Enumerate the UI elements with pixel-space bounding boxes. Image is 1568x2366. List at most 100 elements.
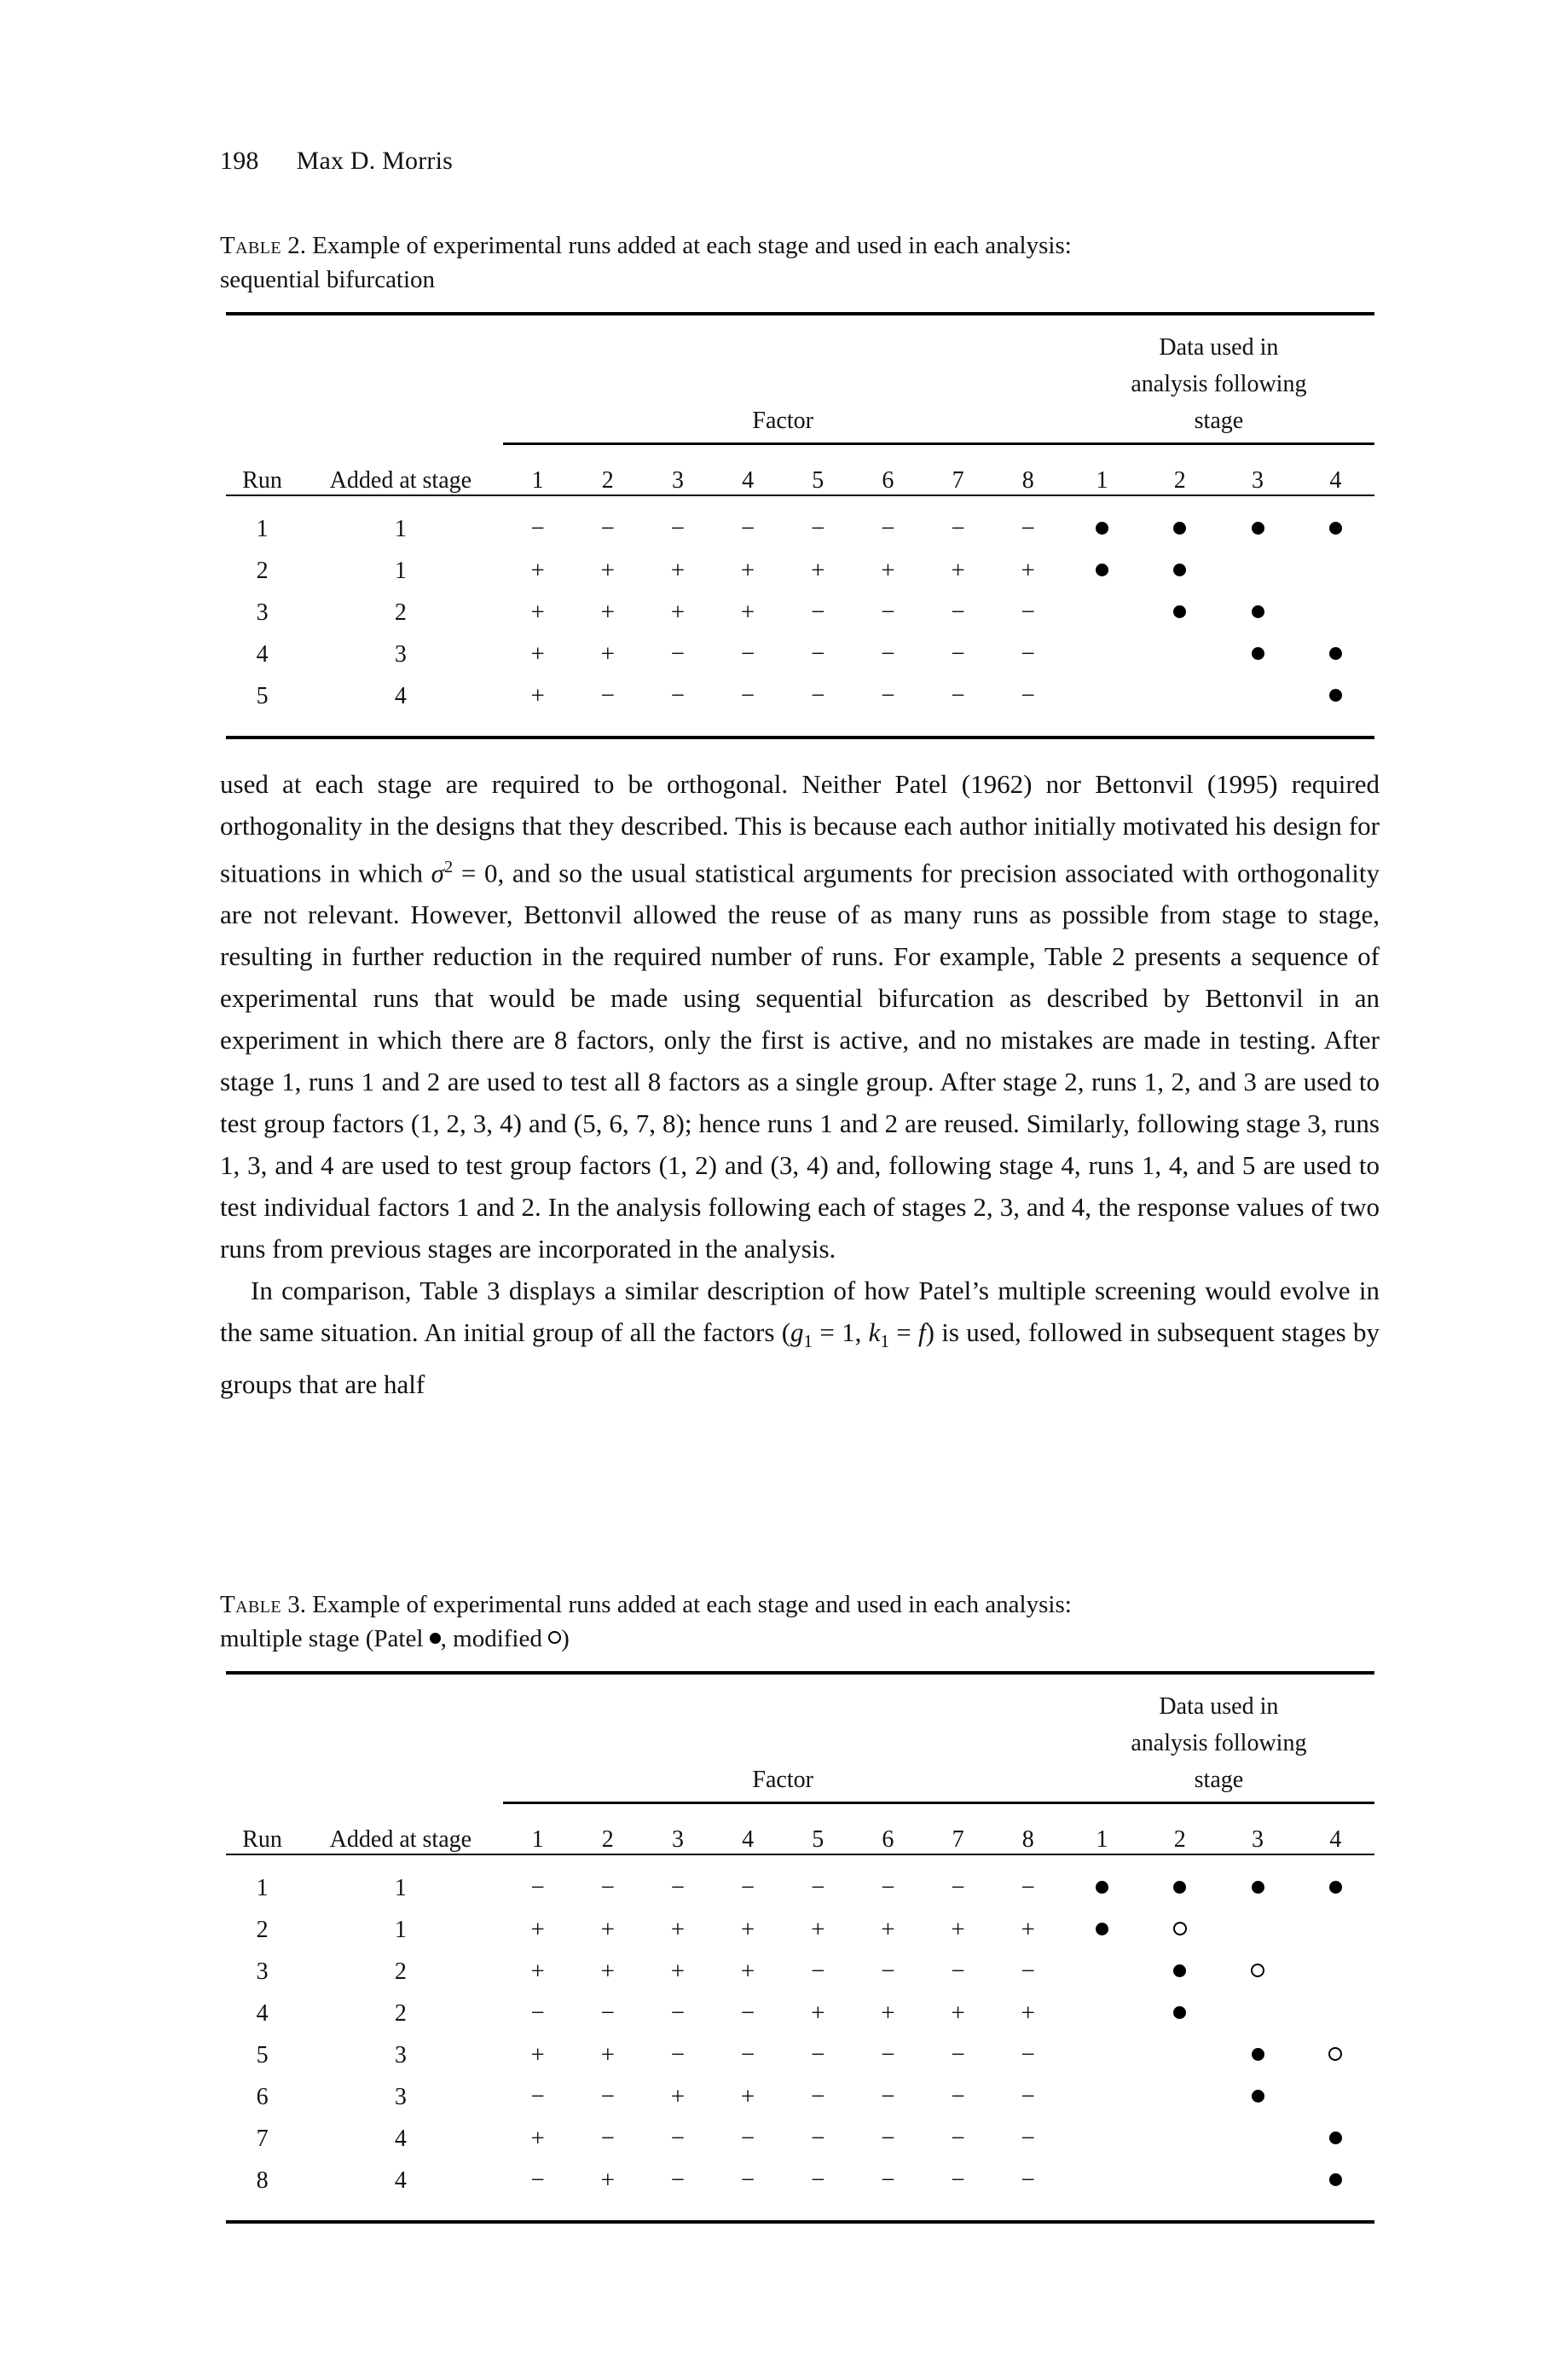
cell-run: 2 <box>256 557 269 584</box>
minus-sign-icon: − <box>670 682 686 709</box>
plus-sign-icon: + <box>600 1916 615 1943</box>
cell-factor-4: + <box>713 1909 783 1951</box>
plus-sign-icon: + <box>600 2166 615 2194</box>
cell-factor-8: + <box>993 1909 1063 1951</box>
cell-stage-3 <box>1218 592 1296 633</box>
table2-col-factor-6: 6 <box>882 467 894 494</box>
cell-factor-7: − <box>923 2076 993 2118</box>
cell-factor-3: − <box>643 1993 713 2034</box>
table3-col-added-at-stage: Added at stage <box>329 1826 472 1853</box>
table3-col-run: Run <box>242 1826 282 1853</box>
cell-stage-3 <box>1218 1855 1296 1909</box>
minus-sign-icon: − <box>811 640 825 668</box>
cell-factor-4: + <box>713 550 783 592</box>
cell-added-at-stage: 3 <box>394 2041 407 2068</box>
table3-factor-group-header: Factor <box>752 1767 813 1793</box>
filled-dot-icon <box>1251 2089 1264 2103</box>
plus-sign-icon: + <box>740 1958 755 1985</box>
cell-factor-4: − <box>713 675 783 717</box>
k-symbol: k <box>868 1317 881 1348</box>
minus-sign-icon: − <box>740 682 755 709</box>
cell-added-at-stage: 2 <box>394 599 407 626</box>
minus-sign-icon: − <box>951 2166 965 2194</box>
plus-sign-icon: + <box>530 682 545 709</box>
cell-factor-8: − <box>993 1855 1063 1909</box>
cell-factor-6: − <box>853 1855 923 1909</box>
minus-sign-icon: − <box>600 2125 615 2152</box>
table3-col-stage-2: 2 <box>1173 1826 1186 1853</box>
cell-factor-7: − <box>923 633 993 675</box>
cell-factor-7: − <box>923 2118 993 2160</box>
filled-dot-icon <box>1328 688 1342 702</box>
cell-factor-6: − <box>853 675 923 717</box>
minus-sign-icon: − <box>881 1874 895 1901</box>
minus-sign-icon: − <box>740 1874 755 1901</box>
cell-factor-7: − <box>923 592 993 633</box>
filled-dot-icon <box>1328 646 1342 660</box>
minus-sign-icon: − <box>670 2041 686 2068</box>
filled-dot-icon <box>1095 1922 1108 1935</box>
minus-sign-icon: − <box>670 2166 686 2194</box>
body-text: used at each stage are required to be or… <box>220 763 1380 1405</box>
minus-sign-icon: − <box>1021 599 1035 626</box>
minus-sign-icon: − <box>951 2083 965 2110</box>
minus-sign-icon: − <box>881 2125 895 2152</box>
cell-factor-3: − <box>643 675 713 717</box>
cell-run: 5 <box>256 2041 269 2068</box>
paragraph-2-eq-1: = 1, <box>813 1317 869 1348</box>
table-row: 4 2 − − − − + + + + <box>226 1993 1374 2034</box>
filled-dot-icon <box>1328 2172 1342 2186</box>
cell-factor-3: − <box>643 2160 713 2201</box>
filled-dot-icon <box>1173 2005 1187 2019</box>
minus-sign-icon: − <box>1021 1874 1035 1901</box>
table2-body: 1 1 − − − − − − − − 2 1 + + + + + + + +3 2 + + + + − − − − 4 3 + + − − − − − −… <box>226 496 1374 717</box>
filled-dot-icon <box>1328 2131 1342 2144</box>
cell-factor-3: − <box>643 496 713 550</box>
cell-factor-2: + <box>573 592 643 633</box>
table3-bottom-rule <box>226 2220 1374 2225</box>
filled-dot-icon <box>1328 521 1342 535</box>
table-row: 5 3 + + − − − − − − <box>226 2034 1374 2076</box>
open-dot-icon <box>1251 1963 1265 1977</box>
table2-col-factor-5: 5 <box>812 467 825 494</box>
filled-dot-icon <box>1173 1964 1187 1977</box>
cell-added-at-stage: 1 <box>394 1916 407 1943</box>
cell-factor-4: − <box>713 496 783 550</box>
sigma-exponent: 2 <box>443 858 454 876</box>
plus-sign-icon: + <box>951 1999 965 2027</box>
filled-dot-icon <box>1095 1880 1108 1894</box>
cell-factor-2: + <box>573 1951 643 1993</box>
cell-stage-3 <box>1218 2160 1296 2201</box>
cell-factor-4: + <box>713 592 783 633</box>
table3-col-stage-3: 3 <box>1252 1826 1264 1853</box>
cell-factor-8: − <box>993 496 1063 550</box>
cell-factor-5: − <box>783 1855 853 1909</box>
plus-sign-icon: + <box>811 1916 825 1943</box>
cell-factor-7: − <box>923 2160 993 2201</box>
cell-run: 3 <box>256 599 269 626</box>
cell-added-at-stage: 4 <box>394 2125 407 2152</box>
minus-sign-icon: − <box>600 1999 615 2027</box>
cell-run: 2 <box>256 1916 269 1943</box>
table-row: 3 2 + + + + − − − − <box>226 592 1374 633</box>
filled-dot-icon <box>1251 521 1264 535</box>
minus-sign-icon: − <box>670 1999 686 2027</box>
plus-sign-icon: + <box>740 1916 755 1943</box>
cell-factor-3: + <box>643 2076 713 2118</box>
cell-factor-7: − <box>923 496 993 550</box>
minus-sign-icon: − <box>530 2166 545 2194</box>
paragraph-2: In comparison, Table 3 displays a simila… <box>220 1270 1380 1404</box>
plus-sign-icon: + <box>530 557 545 584</box>
cell-factor-4: − <box>713 2118 783 2160</box>
table3-caption: Table 3. Example of experimental runs ad… <box>220 1588 1378 1656</box>
table-row: 4 3 + + − − − − − − <box>226 633 1374 675</box>
table2-col-run: Run <box>242 467 282 494</box>
cell-factor-2: − <box>573 2118 643 2160</box>
cell-factor-6: − <box>853 592 923 633</box>
cell-factor-2: + <box>573 550 643 592</box>
cell-factor-2: + <box>573 2034 643 2076</box>
minus-sign-icon: − <box>600 682 615 709</box>
cell-stage-4 <box>1297 675 1374 717</box>
filled-dot-icon <box>1251 646 1264 660</box>
minus-sign-icon: − <box>951 640 965 668</box>
